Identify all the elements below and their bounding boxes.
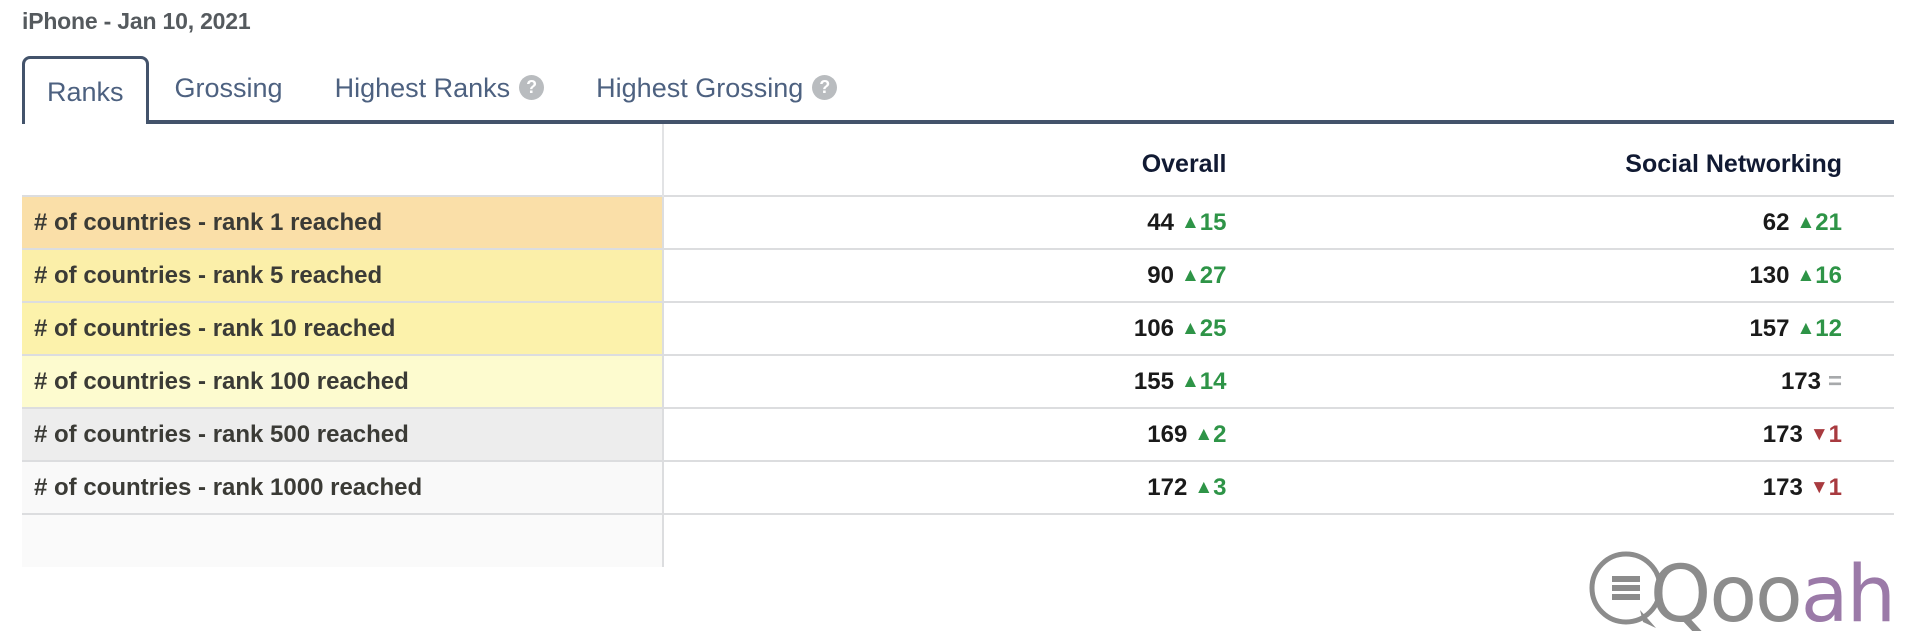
tab-label: Highest Grossing <box>596 73 804 103</box>
app-page: iPhone - Jan 10, 2021 Ranks Grossing Highe… <box>0 0 1916 638</box>
qooah-wordmark: Qooah <box>1650 556 1896 634</box>
help-circle-icon[interactable]: ? <box>519 74 545 100</box>
tab-label: Ranks <box>47 76 124 107</box>
cell-overall <box>662 513 1279 567</box>
metric-value: 173 <box>1762 473 1803 501</box>
metric-value: 172 <box>1147 473 1188 501</box>
metric-value: 106 <box>1133 314 1174 342</box>
triangle-up-icon: ▲ <box>1180 370 1200 392</box>
table-row: # of countries - rank 500 reached 169 ▲2 17… <box>22 407 1894 461</box>
column-header-social-networking: Social Networking <box>1278 124 1894 196</box>
table-row: # of countries - rank 5 reached 90 ▲27 130 ▲… <box>22 248 1894 302</box>
row-label: # of countries - rank 1000 reached <box>22 460 664 514</box>
row-label <box>22 513 664 567</box>
tab-ranks[interactable]: Ranks <box>22 56 149 124</box>
page-title: iPhone - Jan 10, 2021 <box>22 8 251 34</box>
cell-overall: 172 ▲3 <box>662 460 1279 514</box>
metric-value: 44 <box>1147 208 1174 236</box>
delta-up-indicator: ▲2 <box>1194 420 1227 448</box>
row-label: # of countries - rank 100 reached <box>22 354 664 408</box>
cell-overall: 169 ▲2 <box>662 407 1279 461</box>
triangle-down-icon: ▼ <box>1809 423 1829 445</box>
triangle-up-icon: ▲ <box>1796 211 1816 233</box>
tab-highest-ranks[interactable]: Highest Ranks? <box>309 56 571 120</box>
metric-value: 90 <box>1147 261 1174 289</box>
metric-value: 173 <box>1780 367 1821 395</box>
table-body: # of countries - rank 1 reached 44 ▲15 62 ▲2… <box>22 195 1894 567</box>
metric-value: 173 <box>1762 420 1803 448</box>
cell-social: 173 = <box>1278 354 1894 408</box>
table-row: # of countries - rank 100 reached 155 ▲14 1… <box>22 354 1894 408</box>
metric-value: 62 <box>1762 208 1790 236</box>
triangle-up-icon: ▲ <box>1194 423 1214 445</box>
cell-overall: 90 ▲27 <box>662 248 1279 302</box>
cell-social: 130 ▲16 <box>1278 248 1894 302</box>
row-label: # of countries - rank 1 reached <box>22 195 664 249</box>
table-row: # of countries - rank 1000 reached 172 ▲3 1… <box>22 460 1894 514</box>
triangle-up-icon: ▲ <box>1194 476 1214 498</box>
metric-value: 169 <box>1147 420 1188 448</box>
delta-up-indicator: ▲15 <box>1180 208 1227 236</box>
cell-social <box>1278 513 1894 567</box>
cell-overall: 44 ▲15 <box>662 195 1279 249</box>
delta-up-indicator: ▲12 <box>1796 314 1842 342</box>
triangle-up-icon: ▲ <box>1180 264 1200 286</box>
row-label: # of countries - rank 500 reached <box>22 407 664 461</box>
cell-overall: 106 ▲25 <box>662 301 1279 355</box>
metric-value: 130 <box>1749 261 1790 289</box>
tab-label: Grossing <box>174 73 283 103</box>
cell-social: 173 ▼1 <box>1278 460 1894 514</box>
table-row <box>22 513 1894 567</box>
triangle-up-icon: ▲ <box>1796 264 1816 286</box>
delta-down-indicator: ▼1 <box>1809 420 1842 448</box>
tab-grossing[interactable]: Grossing <box>149 56 309 120</box>
triangle-up-icon: ▲ <box>1180 211 1200 233</box>
table-row: # of countries - rank 1 reached 44 ▲15 62 ▲2… <box>22 195 1894 249</box>
column-header-overall: Overall <box>662 124 1279 196</box>
tab-highest-grossing[interactable]: Highest Grossing? <box>570 56 863 120</box>
tab-label: Highest Ranks <box>334 73 511 103</box>
delta-down-indicator: ▼1 <box>1809 473 1842 501</box>
triangle-up-icon: ▲ <box>1180 317 1200 339</box>
triangle-up-icon: ▲ <box>1796 317 1816 339</box>
delta-up-indicator: ▲25 <box>1180 314 1227 342</box>
cell-overall: 155 ▲14 <box>662 354 1279 408</box>
table-head: Overall Social Networking <box>22 124 1894 196</box>
ranks-table: Overall Social Networking # of countries… <box>22 124 1894 567</box>
delta-up-indicator: ▲21 <box>1796 208 1842 236</box>
help-circle-icon[interactable]: ? <box>812 74 838 100</box>
triangle-down-icon: ▼ <box>1809 476 1829 498</box>
cell-social: 62 ▲21 <box>1278 195 1894 249</box>
table-row: # of countries - rank 10 reached 106 ▲25 15… <box>22 301 1894 355</box>
column-header-blank <box>22 124 664 196</box>
tab-bar: Ranks Grossing Highest Ranks? Highest Gross… <box>22 52 1894 124</box>
metric-value: 157 <box>1749 314 1790 342</box>
row-label: # of countries - rank 10 reached <box>22 301 664 355</box>
delta-up-indicator: ▲14 <box>1180 367 1227 395</box>
cell-social: 173 ▼1 <box>1278 407 1894 461</box>
delta-up-indicator: ▲16 <box>1796 261 1842 289</box>
delta-flat-indicator: = <box>1827 367 1842 395</box>
table-header-row: Overall Social Networking <box>22 124 1894 196</box>
metric-value: 155 <box>1133 367 1174 395</box>
delta-up-indicator: ▲3 <box>1194 473 1227 501</box>
row-label: # of countries - rank 5 reached <box>22 248 664 302</box>
delta-up-indicator: ▲27 <box>1180 261 1227 289</box>
cell-social: 157 ▲12 <box>1278 301 1894 355</box>
